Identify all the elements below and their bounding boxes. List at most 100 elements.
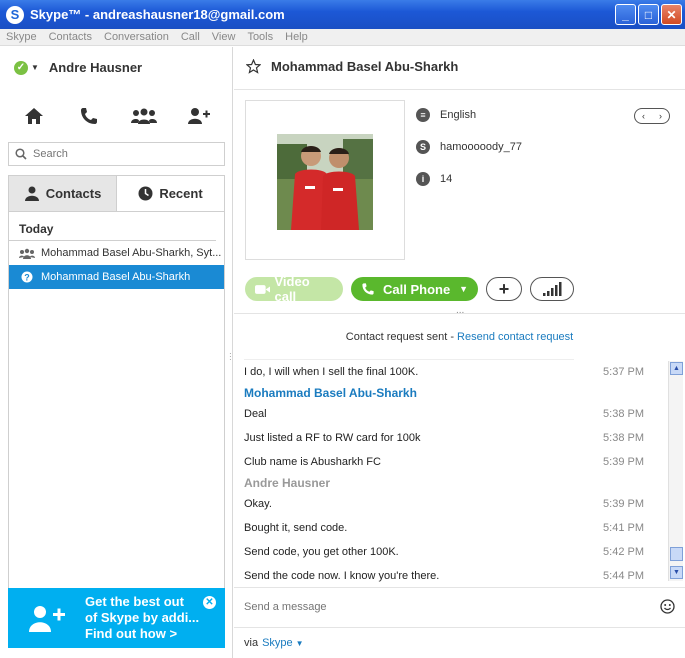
scroll-down-button[interactable]: ▼ bbox=[670, 566, 683, 579]
menu-view[interactable]: View bbox=[212, 31, 236, 43]
message-time: 5:38 PM bbox=[603, 432, 644, 444]
menu-conversation[interactable]: Conversation bbox=[104, 31, 169, 43]
chevron-down-icon[interactable]: ▼ bbox=[459, 284, 468, 294]
promo-line-1: Get the best out bbox=[85, 594, 184, 609]
menu-tools[interactable]: Tools bbox=[247, 31, 273, 43]
add-contact-icon[interactable] bbox=[185, 105, 213, 127]
group-icon[interactable] bbox=[130, 105, 158, 127]
svg-text:?: ? bbox=[24, 273, 30, 283]
info-pager: ‹ › bbox=[634, 108, 670, 124]
phone-icon[interactable] bbox=[75, 105, 103, 127]
chevron-down-icon: ▼ bbox=[31, 63, 39, 72]
promo-banner[interactable]: Get the best out of Skype by addi... Fin… bbox=[8, 588, 225, 648]
message-row: Just listed a RF to RW card for 100k 5:38… bbox=[244, 426, 664, 450]
message-row: Send the code now. I know you're there. 5… bbox=[244, 564, 664, 588]
message-row: Bought it, send code. 5:41 PM bbox=[244, 516, 664, 540]
skype-logo-icon: S bbox=[6, 5, 24, 24]
chevron-down-icon[interactable]: ▼ bbox=[296, 639, 304, 648]
message-text: Send code, you get other 100K. bbox=[244, 546, 399, 558]
contact-language: English bbox=[440, 109, 477, 121]
tab-recent-label: Recent bbox=[159, 186, 203, 201]
person-icon bbox=[24, 186, 39, 201]
profile-status[interactable]: ✓ ▼ Andre Hausner bbox=[14, 60, 142, 75]
message-sender[interactable]: Andre Hausner bbox=[244, 474, 664, 492]
message-text: Just listed a RF to RW card for 100k bbox=[244, 432, 421, 444]
message-time: 5:41 PM bbox=[603, 522, 644, 534]
video-call-button[interactable]: Video call bbox=[245, 274, 343, 304]
minimize-button[interactable]: _ bbox=[615, 4, 636, 25]
message-time: 5:39 PM bbox=[603, 498, 644, 510]
contact-tabs: Contacts Recent bbox=[8, 175, 225, 211]
signal-bars-icon bbox=[543, 282, 562, 296]
question-status-icon: ? bbox=[19, 270, 35, 284]
chevron-right-icon[interactable]: › bbox=[659, 111, 662, 121]
promo-link[interactable]: Find out how > bbox=[85, 626, 199, 642]
star-icon[interactable] bbox=[246, 59, 261, 74]
contact-photo-frame bbox=[245, 100, 405, 260]
message-time: 5:44 PM bbox=[603, 570, 644, 582]
emoticon-icon[interactable] bbox=[660, 599, 675, 614]
chat-scrollbar[interactable]: ▲ ▼ bbox=[668, 361, 683, 581]
panel-resize-handle[interactable]: ... bbox=[456, 305, 464, 316]
compose-area bbox=[234, 587, 685, 625]
menu-skype[interactable]: Skype bbox=[6, 31, 37, 43]
add-contact-icon bbox=[29, 606, 65, 632]
call-quality-button[interactable] bbox=[530, 277, 574, 301]
contact-header: Mohammad Basel Abu-Sharkh bbox=[246, 59, 458, 74]
send-via-selector[interactable]: via Skype ▼ bbox=[234, 627, 685, 658]
scroll-up-button[interactable]: ▲ bbox=[670, 362, 683, 375]
promo-text: Get the best out of Skype by addi... Fin… bbox=[85, 594, 199, 642]
chevron-left-icon[interactable]: ‹ bbox=[642, 111, 645, 121]
window-title: Skype™ - andreashausner18@gmail.com bbox=[30, 7, 285, 22]
divider bbox=[234, 89, 685, 90]
info-language: ≡ English bbox=[416, 107, 522, 123]
message-row: Club name is Abusharkh FC 5:39 PM bbox=[244, 450, 664, 474]
search-input[interactable] bbox=[33, 148, 213, 160]
request-text: Contact request sent - bbox=[345, 331, 458, 343]
search-box[interactable] bbox=[8, 142, 225, 166]
message-input[interactable] bbox=[244, 600, 634, 613]
via-label: via bbox=[244, 637, 259, 649]
via-value[interactable]: Skype bbox=[262, 637, 293, 649]
call-phone-button[interactable]: Call Phone ▼ bbox=[351, 277, 478, 301]
add-to-call-button[interactable]: + bbox=[486, 277, 522, 301]
close-button[interactable]: ✕ bbox=[661, 4, 682, 25]
promo-line-2: of Skype by addi... bbox=[85, 610, 200, 625]
tab-contacts[interactable]: Contacts bbox=[9, 176, 117, 211]
message-row: Send code, you get other 100K. 5:42 PM bbox=[244, 540, 664, 564]
home-icon[interactable] bbox=[20, 105, 48, 127]
message-time: 5:42 PM bbox=[603, 546, 644, 558]
window-controls: _ □ ✕ bbox=[615, 4, 682, 25]
message-row: Deal 5:38 PM bbox=[244, 402, 664, 426]
contact-request-status: Contact request sent - Resend contact re… bbox=[234, 331, 685, 343]
profile-name: Andre Hausner bbox=[48, 60, 143, 75]
menu-contacts[interactable]: Contacts bbox=[49, 31, 92, 43]
recent-list: Today Mohammad Basel Abu-Sharkh, Syt... … bbox=[8, 211, 225, 626]
title-bar: S Skype™ - andreashausner18@gmail.com _ … bbox=[0, 0, 685, 29]
promo-close-button[interactable]: ✕ bbox=[203, 596, 216, 609]
conversation-panel: Mohammad Basel Abu-Sharkh ≡ English S ha… bbox=[234, 47, 685, 658]
language-icon: ≡ bbox=[416, 108, 430, 122]
message-text: Bought it, send code. bbox=[244, 522, 348, 534]
maximize-button[interactable]: □ bbox=[638, 4, 659, 25]
menu-call[interactable]: Call bbox=[181, 31, 200, 43]
menu-help[interactable]: Help bbox=[285, 31, 308, 43]
message-text: Deal bbox=[244, 408, 267, 420]
message-sender[interactable]: Mohammad Basel Abu-Sharkh bbox=[244, 384, 664, 402]
resend-request-link[interactable]: Resend contact request bbox=[457, 331, 573, 343]
panel-splitter-handle[interactable]: · · · bbox=[229, 350, 232, 364]
list-item[interactable]: Mohammad Basel Abu-Sharkh, Syt... bbox=[9, 241, 224, 265]
message-time: 5:38 PM bbox=[603, 408, 644, 420]
tab-recent[interactable]: Recent bbox=[117, 176, 224, 211]
tab-contacts-label: Contacts bbox=[45, 186, 102, 201]
phone-icon bbox=[362, 283, 374, 295]
contact-avatar bbox=[277, 134, 373, 230]
info-age: i 14 bbox=[416, 171, 522, 187]
scroll-thumb[interactable] bbox=[670, 547, 683, 561]
nav-icons bbox=[0, 105, 233, 127]
list-item[interactable]: ? Mohammad Basel Abu-Sharkh bbox=[9, 265, 224, 289]
info-skype-name: S hamooooody_77 bbox=[416, 139, 522, 155]
menu-bar: Skype Contacts Conversation Call View To… bbox=[0, 29, 685, 46]
message-row: I do, I will when I sell the final 100K.… bbox=[244, 360, 664, 384]
info-icon: i bbox=[416, 172, 430, 186]
